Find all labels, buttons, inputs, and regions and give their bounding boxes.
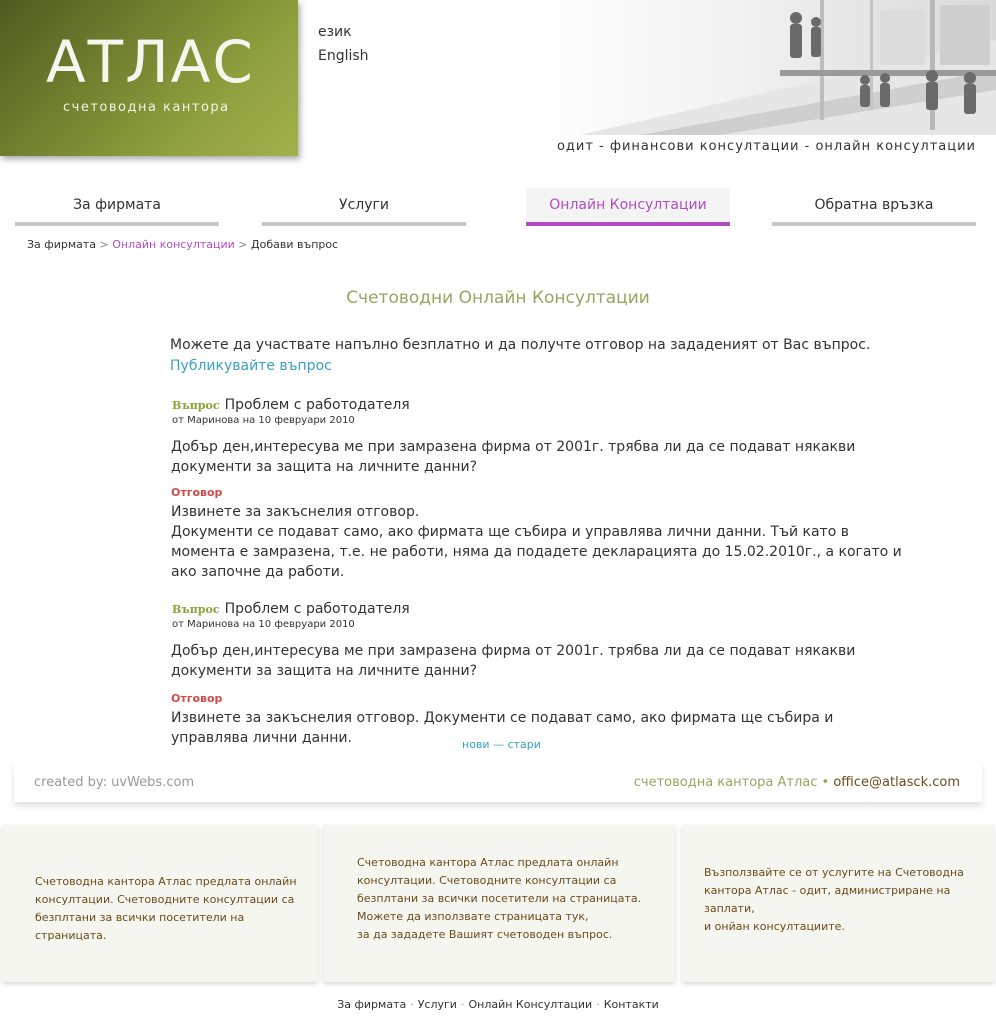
nav-underline xyxy=(15,222,219,226)
info-box-line: Можете да използвате страницата тук, xyxy=(357,910,589,923)
pager-dash: — xyxy=(493,738,505,751)
info-box-text: Счетоводна кантора Атлас предлата онлайн… xyxy=(35,873,318,945)
bottom-nav-sep: · xyxy=(460,998,465,1011)
question-title[interactable]: Проблем с работодателя xyxy=(225,601,410,617)
language-english-link[interactable]: English xyxy=(318,48,369,64)
info-box-line: за да зададете Вашият счетоводен въпрос. xyxy=(357,928,613,941)
nav-item-online-consultations[interactable]: Онлайн Консултации xyxy=(526,188,730,226)
breadcrumb-current: Добави въпрос xyxy=(251,238,339,251)
nav-item-services[interactable]: Услуги xyxy=(262,188,466,226)
info-box-line: консултации. Счетоводните консултации са xyxy=(35,893,295,906)
info-box: Счетоводна кантора Атлас предлата онлайн… xyxy=(323,825,675,982)
breadcrumb: За фирмата > Онлайн консултации > Добави… xyxy=(27,238,338,251)
info-box-line: безплтани за всички посетители на страни… xyxy=(35,911,245,942)
answer-label: Отговор xyxy=(171,486,223,499)
nav-item-about[interactable]: За фирмата xyxy=(15,188,219,226)
info-box-line: и онйан консултациите. xyxy=(704,920,845,933)
breadcrumb-separator: > xyxy=(238,238,248,251)
nav-item-label: За фирмата xyxy=(73,197,161,213)
pager-newer-link[interactable]: нови xyxy=(462,738,490,751)
tagline: одит - финансови консултации - онлайн ко… xyxy=(556,139,976,154)
logo-title: АТЛАС xyxy=(46,28,255,96)
info-box-line: консултации. Счетоводните консултации са xyxy=(357,874,617,887)
question-meta: от Маринова на 10 февруари 2010 xyxy=(172,415,355,426)
pager-older-link[interactable]: стари xyxy=(508,738,541,751)
question-header: Въпрос Проблем с работодателя xyxy=(172,598,410,617)
language-label: език xyxy=(318,24,352,40)
nav-underline xyxy=(526,222,730,226)
info-box-text: Възползвайте се от услугите на Счетоводн… xyxy=(704,864,964,936)
header-photo xyxy=(520,0,996,135)
footer-email-link[interactable]: office@atlasck.com xyxy=(833,775,960,790)
nav-underline xyxy=(772,222,976,226)
question-meta: от Маринова на 10 февруари 2010 xyxy=(172,619,355,630)
answer-body: Извинете за закъснелия отговор. Документ… xyxy=(171,502,911,582)
answer-line: Извинете за закъснелия отговор. xyxy=(171,504,420,520)
bottom-nav-online-consultations[interactable]: Онлайн Консултации xyxy=(468,998,592,1011)
info-box-line: Счетоводна кантора Атлас предлата онлайн xyxy=(35,875,297,888)
footer-company-name: счетоводна кантора Атлас xyxy=(633,775,818,790)
answer-body: Извинете за закъснелия отговор. Документ… xyxy=(171,708,911,748)
question-label: Въпрос xyxy=(172,603,220,616)
info-box-line: Възползвайте се от услугите на Счетоводн… xyxy=(704,866,964,879)
question-body: Добър ден,интересува ме при замразена фи… xyxy=(171,643,856,679)
page-title: Счетоводни Онлайн Консултации xyxy=(346,288,650,308)
question-body: Добър ден,интересува ме при замразена фи… xyxy=(171,439,856,475)
nav-item-label: Обратна връзка xyxy=(814,197,934,213)
bottom-nav-services[interactable]: Услуги xyxy=(418,998,457,1011)
info-box-line: безплтани за всички посетители на страни… xyxy=(357,892,642,905)
intro-text: Можете да участвате напълно безплатно и … xyxy=(170,337,871,353)
answer-label: Отговор xyxy=(171,692,223,705)
breadcrumb-separator: > xyxy=(99,238,109,251)
info-box-line: кантора Атлас - одит, администриране на xyxy=(704,884,951,897)
nav-item-label: Услуги xyxy=(339,197,389,213)
breadcrumb-home[interactable]: За фирмата xyxy=(27,238,96,251)
footer-credit[interactable]: created by: uvWebs.com xyxy=(34,775,194,790)
nav-item-feedback[interactable]: Обратна връзка xyxy=(772,188,976,226)
question-label: Въпрос xyxy=(172,399,220,412)
pagination: нови — стари xyxy=(462,738,541,751)
header-photo-graphic xyxy=(520,0,996,135)
footer-company: счетоводна кантора Атлас • office@atlasc… xyxy=(634,775,960,790)
bottom-nav-sep: · xyxy=(410,998,414,1011)
logo-subtitle: счетоводна кантора xyxy=(63,100,230,115)
nav-item-label: Онлайн Консултации xyxy=(549,197,707,213)
info-box-text: Счетоводна кантора Атлас предлата онлайн… xyxy=(357,854,641,944)
publish-question-link[interactable]: Публикувайте въпрос xyxy=(170,358,332,374)
question-header: Въпрос Проблем с работодателя xyxy=(172,394,410,413)
answer-line: Извинете за закъснелия отговор. Документ… xyxy=(171,710,834,746)
info-box: Възползвайте се от услугите на Счетоводн… xyxy=(682,825,994,982)
logo[interactable]: АТЛАС счетоводна кантора xyxy=(0,0,298,156)
answer-line: Документи се подават само, ако фирмата щ… xyxy=(171,524,902,580)
bottom-nav-contacts[interactable]: Контакти xyxy=(604,998,659,1011)
breadcrumb-section[interactable]: Онлайн консултации xyxy=(112,238,235,251)
info-box: Счетоводна кантора Атлас предлата онлайн… xyxy=(2,825,318,982)
bottom-nav: За фирмата · Услуги · Онлайн Консултации · Кон… xyxy=(0,998,996,1011)
bottom-nav-sep: · xyxy=(596,998,600,1011)
info-box-line: Счетоводна кантора Атлас предлата онлайн xyxy=(357,856,619,869)
question-title[interactable]: Проблем с работодателя xyxy=(225,397,410,413)
info-box-line: заплати, xyxy=(704,902,755,915)
nav-underline xyxy=(262,222,466,226)
footer-bullet: • xyxy=(821,775,830,790)
bottom-nav-about[interactable]: За фирмата xyxy=(337,998,406,1011)
